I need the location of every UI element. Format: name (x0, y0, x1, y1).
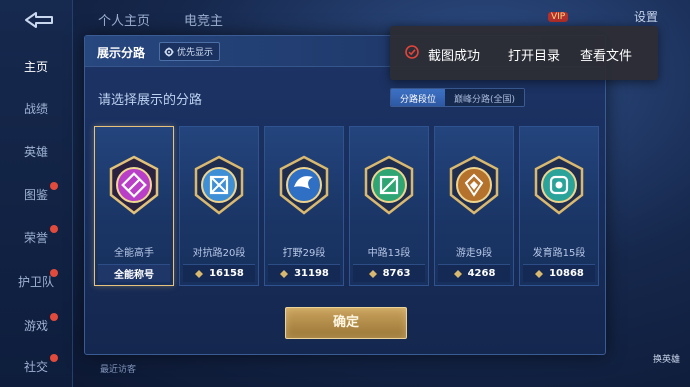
sidebar-item-label: 社交 (23, 360, 48, 374)
lane-points: 31198 (294, 268, 329, 279)
toast-message: 截图成功 (428, 49, 481, 64)
gear-icon (164, 47, 174, 56)
lane-name: 对抗路20段 (192, 248, 246, 259)
clash-lane-emblem-icon (194, 155, 244, 215)
lane-name: 发育路15段 (532, 248, 586, 259)
lane-points-foot: 31198 (268, 264, 340, 282)
check-circle-icon (405, 45, 419, 59)
lane-points-foot: 16158 (183, 264, 255, 282)
lane-points-foot: 4268 (438, 264, 510, 282)
lane-points: 16158 (209, 268, 244, 279)
sidebar-item-codex[interactable]: 图鉴 (0, 182, 72, 203)
lane-foot-text: 全能称号 (114, 270, 154, 281)
allround-emblem-icon (109, 155, 159, 215)
settings-button[interactable]: 设置 (634, 8, 658, 25)
view-file-link[interactable]: 查看文件 (580, 45, 632, 64)
open-folder-link[interactable]: 打开目录 (508, 45, 560, 64)
sidebar-item-label: 图鉴 (23, 188, 48, 202)
sidebar-item-social[interactable]: 社交 (0, 354, 72, 375)
sidebar-item-label: 护卫队 (17, 275, 54, 289)
sidebar-item-label: 主页 (23, 60, 48, 74)
sidebar-item-guard-team[interactable]: 护卫队 (0, 269, 72, 290)
farm-lane-emblem-icon (534, 155, 584, 215)
sidebar-item-label: 战绩 (23, 102, 48, 116)
lane-points-foot: 10868 (523, 264, 595, 282)
notification-dot (50, 182, 58, 190)
lane-title-foot: 全能称号 (98, 264, 170, 282)
lane-card-mid[interactable]: 中路13段 8763 (349, 126, 429, 286)
jungle-emblem-icon (279, 155, 329, 215)
vip-badge: VIP (548, 12, 569, 22)
points-icon (535, 269, 544, 278)
notification-dot (50, 313, 58, 321)
lane-card-allround[interactable]: 全能高手 全能称号 (94, 126, 174, 286)
notification-dot (50, 225, 58, 233)
lane-points: 10868 (549, 268, 584, 279)
sidebar-item-heroes[interactable]: 英雄 (0, 143, 72, 160)
lane-name: 全能高手 (114, 248, 154, 259)
sidebar-item-label: 英雄 (23, 145, 48, 159)
lane-name: 游走9段 (455, 248, 493, 259)
notification-dot (50, 354, 58, 362)
select-lane-prompt: 请选择展示的分路 (98, 93, 203, 108)
dialog-title: 展示分路 (97, 46, 146, 60)
back-arrow-icon[interactable] (22, 10, 56, 30)
lane-points-foot: 8763 (353, 264, 425, 282)
switch-hero-button[interactable]: 换英雄 (653, 352, 680, 365)
sidebar-item-label: 荣誉 (23, 231, 48, 245)
priority-display-label: 优先显示 (177, 48, 214, 58)
lane-card-roam[interactable]: 游走9段 4268 (434, 126, 514, 286)
notification-dot (50, 269, 58, 277)
recent-visitors-label: 最近访客 (100, 365, 137, 375)
mid-lane-emblem-icon (364, 155, 414, 215)
tab-peak-lane-national[interactable]: 巅峰分路(全国) (445, 89, 525, 106)
lane-card-jungle[interactable]: 打野29段 31198 (264, 126, 344, 286)
lane-name: 中路13段 (367, 248, 411, 259)
tab-profile[interactable]: 个人主页 (98, 10, 150, 29)
priority-display-button[interactable]: 优先显示 (159, 42, 221, 61)
sidebar: 主页 战绩 英雄 图鉴 荣誉 护卫队 游戏 社交 (0, 0, 73, 387)
screenshot-toast: 截图成功 打开目录 查看文件 (390, 26, 658, 80)
lane-display-dialog: 展示分路 优先显示 请选择展示的分路 分路段位 巅峰分路(全国) 全能高手 全能… (84, 35, 606, 355)
tab-lane-rank[interactable]: 分路段位 (391, 89, 446, 106)
points-icon (195, 269, 204, 278)
points-icon (280, 269, 289, 278)
lane-tabs: 分路段位 巅峰分路(全国) (390, 88, 526, 107)
lane-card-clash[interactable]: 对抗路20段 16158 (179, 126, 259, 286)
lane-points: 4268 (467, 268, 496, 279)
sidebar-item-home[interactable]: 主页 (0, 58, 72, 75)
roam-emblem-icon (449, 155, 499, 215)
sidebar-item-honor[interactable]: 荣誉 (0, 225, 72, 246)
lane-points: 8763 (382, 268, 411, 279)
lane-card-farm[interactable]: 发育路15段 10868 (519, 126, 599, 286)
tab-esports[interactable]: 电竞主 (184, 10, 223, 29)
sidebar-item-records[interactable]: 战绩 (0, 100, 72, 117)
sidebar-item-label: 游戏 (23, 319, 48, 333)
sidebar-item-games[interactable]: 游戏 (0, 313, 72, 334)
points-icon (453, 269, 462, 278)
lane-name: 打野29段 (282, 248, 326, 259)
points-icon (368, 269, 377, 278)
confirm-button[interactable]: 确定 (285, 307, 407, 339)
